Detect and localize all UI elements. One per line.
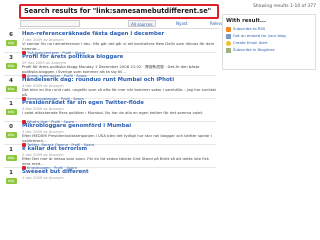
vote-count: 4 <box>9 78 13 84</box>
filter-bar: All sources Nyast Relevans <box>18 20 228 29</box>
result-snippet: Det blev en lite rund natt. ungefär som … <box>22 88 216 97</box>
bloglines-link[interactable]: Subscribe in Bloglines <box>226 46 312 53</box>
result-snippet: Efter MEDIER Presidentvalskampanjen i US… <box>22 134 212 143</box>
subscribe-rss-label[interactable]: Subscribe to RSS <box>233 26 265 31</box>
vote-count: 1 <box>9 101 13 107</box>
vote-button[interactable]: blip <box>5 178 17 184</box>
star-icon <box>226 40 231 46</box>
page-icon <box>226 47 231 53</box>
result-meta: 1 dec 2009 av Anonym <box>22 175 64 180</box>
sort-newest-link[interactable]: Nyast <box>176 20 187 27</box>
vote-box: 4 blip <box>4 78 18 96</box>
vote-button[interactable]: blip <box>5 132 17 138</box>
email-alert-label[interactable]: Create Email Alert <box>233 40 268 45</box>
vote-count: 1 <box>9 147 13 153</box>
vote-count: 3 <box>9 55 13 61</box>
mail-icon <box>226 33 231 39</box>
panel-title: With result... <box>226 18 267 24</box>
vote-button[interactable]: blip <box>5 86 17 92</box>
source-filter-chip[interactable]: All sources <box>128 20 156 27</box>
result-snippet: Efter Det mer är dessa som ovan. För en … <box>22 157 209 166</box>
vote-box: 1 blip <box>4 170 18 188</box>
results-list: 6 blip Hen-referenceräknade fästa dagen … <box>4 30 216 191</box>
list-item: 0 blip Mikrobloggare genomförd i Mumbai … <box>4 122 216 148</box>
vote-button[interactable]: blip <box>5 40 17 46</box>
list-item: 4 blip Händelserik dag: rounduo runt Mum… <box>4 76 216 102</box>
list-item: 6 blip Hen-referenceräknade fästa dagen … <box>4 30 216 56</box>
vote-box: 1 blip <box>4 101 18 119</box>
rss-icon <box>226 26 231 32</box>
vote-count: 6 <box>9 32 13 38</box>
vote-button[interactable]: blip <box>5 63 17 69</box>
vote-button[interactable]: blip <box>5 109 17 115</box>
vote-box: 6 blip <box>4 32 18 50</box>
vote-box: 0 blip <box>4 124 18 142</box>
vote-box: 1 blip <box>4 147 18 165</box>
filter-input[interactable] <box>20 20 80 27</box>
embed-label[interactable]: Get an embed for your blog <box>233 33 286 38</box>
list-item: 3 blip Profil för årets politiska blogga… <box>4 53 216 79</box>
list-item: 1 blip Presidenrådet får sin egen Twitte… <box>4 99 216 125</box>
result-snippet: I valet attackerade flera politiker i Mu… <box>22 111 204 116</box>
vote-count: 1 <box>9 170 13 176</box>
vote-count: 0 <box>9 124 13 130</box>
result-snippet: Profil för årets politiska blogg Monday … <box>22 65 200 74</box>
list-item: 1 blip e kallar det terrorism 2 dec 2009… <box>4 145 216 171</box>
vote-button[interactable]: blip <box>5 155 17 161</box>
embed-link[interactable]: Get an embed for your blog <box>226 32 312 39</box>
result-snippet: Vi samlar för na henreferenser i dec. Hä… <box>22 42 215 51</box>
list-item: 1 blip Sweeeet but different 1 dec 2009 … <box>4 168 216 191</box>
email-alert-link[interactable]: Create Email Alert <box>226 39 312 46</box>
subscribe-panel: With result... Subscribe to RSS Get an e… <box>222 14 316 70</box>
vote-box: 3 blip <box>4 55 18 73</box>
subscribe-rss-link[interactable]: Subscribe to RSS <box>226 25 312 32</box>
results-count: Showing results 1-10 of 377 <box>252 4 316 9</box>
bloglines-label[interactable]: Subscribe in Bloglines <box>233 47 275 52</box>
search-results-title: Search results for "link:samesamebutdiff… <box>19 4 219 19</box>
